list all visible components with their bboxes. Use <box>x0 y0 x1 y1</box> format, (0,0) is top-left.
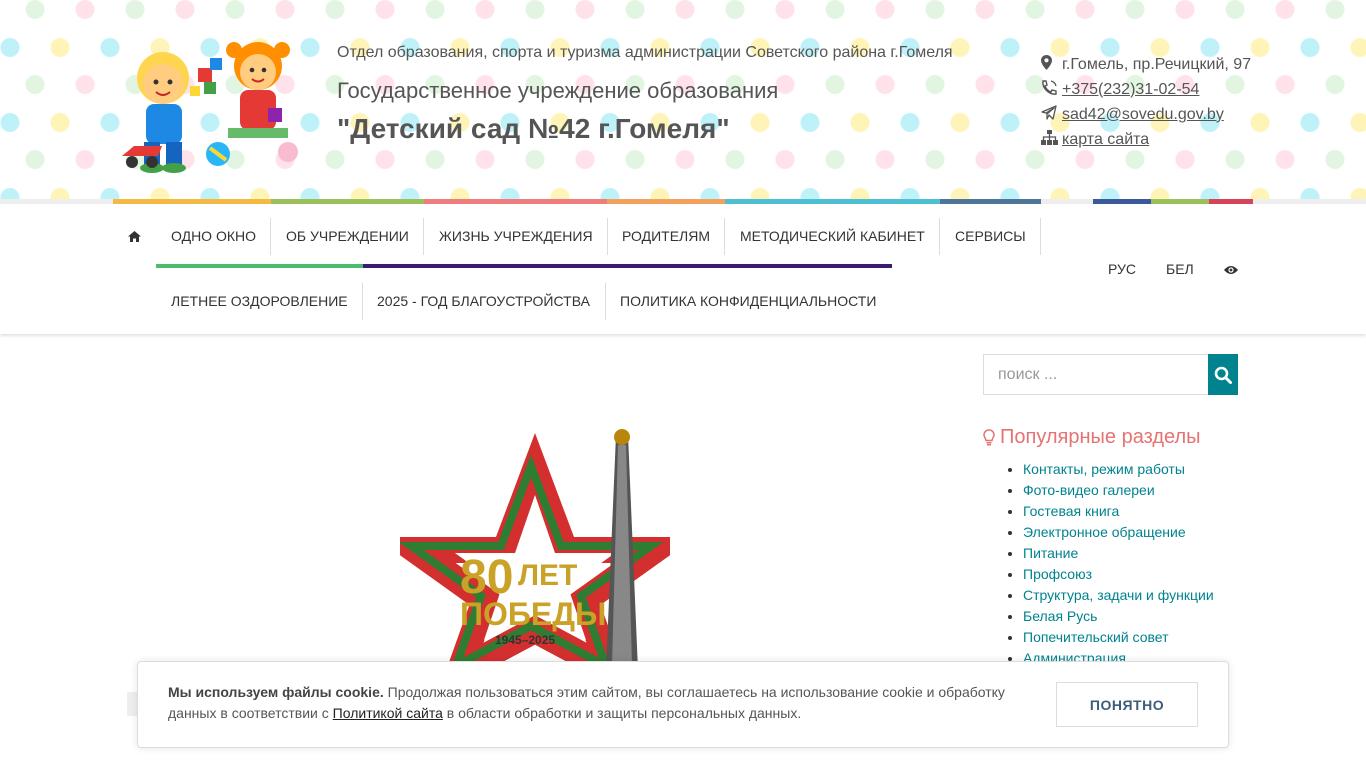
map-marker-icon <box>1041 54 1062 75</box>
popular-sections-title: Популярные разделы <box>983 426 1201 449</box>
list-item: Структура, задачи и функции <box>1023 586 1214 607</box>
victory-80-emblem[interactable]: 80 ЛЕТ ПОБЕДЫ 1945–2025 <box>400 425 670 670</box>
popular-sections-list: Контакты, режим работы Фото-видео галере… <box>1023 460 1214 670</box>
lang-be-button[interactable]: БЕЛ <box>1151 250 1209 288</box>
cookie-text-part2: в области обработки и защиты персональны… <box>442 705 802 721</box>
cookie-message: Мы используем файлы cookie. Продолжая по… <box>168 682 1028 724</box>
lightbulb-icon <box>983 429 995 446</box>
nav-item-life[interactable]: ЖИЗНЬ УЧРЕЖДЕНИЯ <box>424 217 608 255</box>
contacts-block: г.Гомель, пр.Речицкий, 97 +375(232)31-02… <box>1041 52 1251 152</box>
nav-item-privacy[interactable]: ПОЛИТИКА КОНФИДЕНЦИАЛЬНОСТИ <box>605 282 891 320</box>
home-icon <box>128 231 141 242</box>
emblem-years: 1945–2025 <box>495 633 555 647</box>
nav-row-underline-purple <box>363 264 892 268</box>
list-item: Электронное обращение <box>1023 523 1214 544</box>
nav-item-about[interactable]: ОБ УЧРЕЖДЕНИИ <box>271 217 424 255</box>
address-row: г.Гомель, пр.Речицкий, 97 <box>1041 52 1251 77</box>
org-subtitle: Отдел образования, спорта и туризма адми… <box>337 44 953 61</box>
address-text: г.Гомель, пр.Речицкий, 97 <box>1062 55 1252 73</box>
nav-item-parents[interactable]: РОДИТЕЛЯМ <box>607 217 725 255</box>
search-button[interactable] <box>1208 354 1238 395</box>
cookie-policy-link[interactable]: Политикой сайта <box>333 705 443 721</box>
cookie-banner: Мы используем файлы cookie. Продолжая по… <box>137 661 1229 748</box>
phone-link[interactable]: +375(232)31-02-54 <box>1062 81 1199 99</box>
popular-link-board[interactable]: Попечительский совет <box>1023 629 1169 645</box>
email-row: sad42@sovedu.gov.by <box>1041 102 1251 127</box>
email-link[interactable]: sad42@sovedu.gov.by <box>1062 106 1224 124</box>
paper-plane-icon <box>1041 104 1062 125</box>
main-nav: ОДНО ОКНО ОБ УЧРЕЖДЕНИИ ЖИЗНЬ УЧРЕЖДЕНИЯ… <box>0 204 1366 334</box>
sitemap-row: карта сайта <box>1041 127 1251 152</box>
site-title[interactable]: "Детский сад №42 г.Гомеля" <box>337 113 730 145</box>
nav-item-odno-okno[interactable]: ОДНО ОКНО <box>156 217 271 255</box>
institution-type: Государственное учреждение образования <box>337 78 779 103</box>
popular-link-gallery[interactable]: Фото-видео галереи <box>1023 482 1155 498</box>
eye-icon <box>1224 266 1238 274</box>
nav-item-methodical[interactable]: МЕТОДИЧЕСКИЙ КАБИНЕТ <box>725 217 940 255</box>
list-item: Белая Русь <box>1023 607 1214 628</box>
nav-item-year-2025[interactable]: 2025 - ГОД БЛАГОУСТРОЙСТВА <box>362 282 605 320</box>
nav-item-summer[interactable]: ЛЕТНЕЕ ОЗДОРОВЛЕНИЕ <box>156 282 363 320</box>
emblem-pobedy: ПОБЕДЫ <box>460 596 606 632</box>
cookie-accept-button[interactable]: ПОНЯТНО <box>1056 682 1198 727</box>
emblem-let: ЛЕТ <box>518 559 577 592</box>
kids-logo[interactable] <box>118 28 304 176</box>
list-item: Фото-видео галереи <box>1023 481 1214 502</box>
list-item: Попечительский совет <box>1023 628 1214 649</box>
list-item: Контакты, режим работы <box>1023 460 1214 481</box>
site-header: Отдел образования, спорта и туризма адми… <box>0 0 1366 200</box>
nav-row-underline-green <box>156 264 363 268</box>
popular-link-guestbook[interactable]: Гостевая книга <box>1023 503 1119 519</box>
popular-link-food[interactable]: Питание <box>1023 545 1078 561</box>
popular-sections-title-text: Популярные разделы <box>1000 426 1201 448</box>
sitemap-icon <box>1041 129 1062 150</box>
cookie-bold: Мы используем файлы cookie. <box>168 684 384 700</box>
popular-link-structure[interactable]: Структура, задачи и функции <box>1023 587 1214 603</box>
popular-link-union[interactable]: Профсоюз <box>1023 566 1092 582</box>
phone-volume-icon <box>1041 79 1062 100</box>
list-item: Профсоюз <box>1023 565 1214 586</box>
popular-link-contacts[interactable]: Контакты, режим работы <box>1023 461 1185 477</box>
list-item: Гостевая книга <box>1023 502 1214 523</box>
home-button[interactable] <box>113 217 156 255</box>
popular-link-appeal[interactable]: Электронное обращение <box>1023 524 1186 540</box>
accessibility-button[interactable] <box>1209 250 1253 288</box>
phone-row: +375(232)31-02-54 <box>1041 77 1251 102</box>
search-icon <box>1214 366 1232 384</box>
sitemap-link[interactable]: карта сайта <box>1062 131 1149 149</box>
lang-ru-button[interactable]: РУС <box>1093 250 1151 288</box>
popular-link-belaya-rus[interactable]: Белая Русь <box>1023 608 1097 624</box>
nav-item-services[interactable]: СЕРВИСЫ <box>940 217 1041 255</box>
search-input[interactable] <box>983 354 1209 395</box>
list-item: Питание <box>1023 544 1214 565</box>
